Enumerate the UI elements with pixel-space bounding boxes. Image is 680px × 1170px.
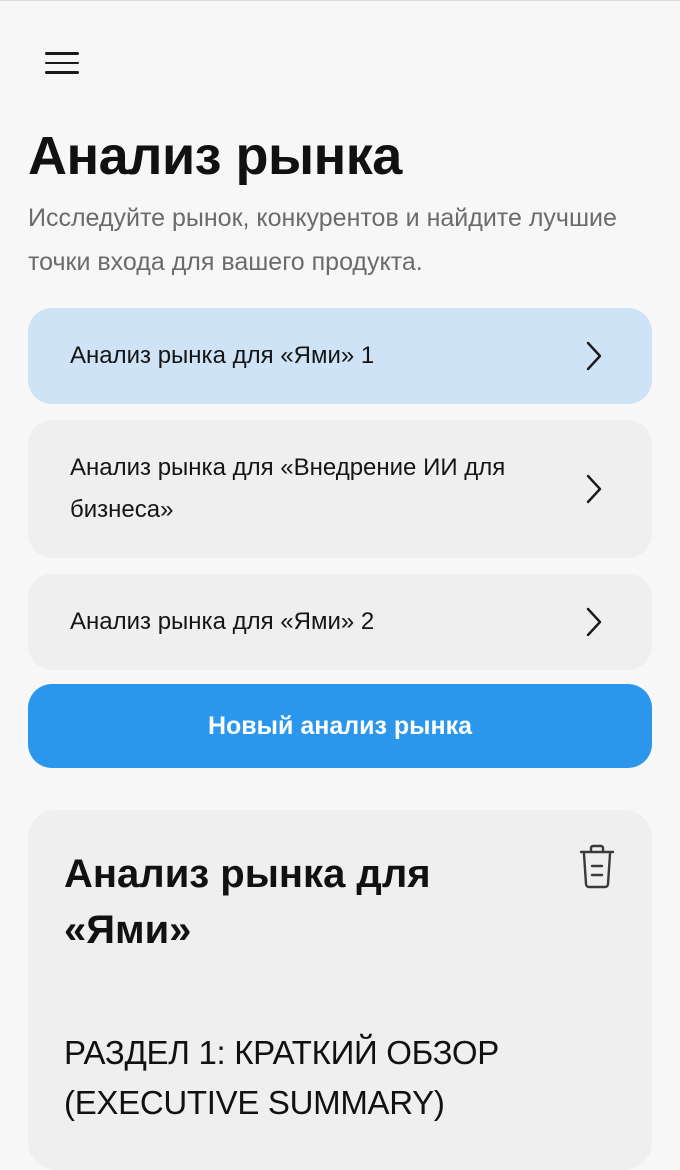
menu-bar xyxy=(45,61,79,65)
menu-bar xyxy=(45,52,79,55)
top-divider xyxy=(0,0,680,1)
chevron-right-icon xyxy=(586,474,602,504)
analysis-detail-panel: Анализ рынка для «Ями» РАЗДЕЛ 1: КРАТКИЙ… xyxy=(28,810,652,1170)
analysis-item-yami-1[interactable]: Анализ рынка для «Ями» 1 xyxy=(28,308,652,404)
analysis-item-label: Анализ рынка для «Ями» 2 xyxy=(70,608,375,635)
analysis-item-ai-business[interactable]: Анализ рынка для «Внедрение ИИ для бизне… xyxy=(28,420,652,558)
detail-title: Анализ рынка для «Ями» xyxy=(64,852,431,952)
new-analysis-button[interactable]: Новый анализ рынка xyxy=(28,684,652,768)
page-subtitle: Исследуйте рынок, конкурентов и найдите … xyxy=(28,204,617,276)
analysis-item-label: Анализ рынка для «Ями» 1 xyxy=(70,342,375,369)
section-heading: РАЗДЕЛ 1: КРАТКИЙ ОБЗОР (EXECUTIVE SUMMA… xyxy=(64,1034,499,1121)
analysis-item-label: Анализ рынка для «Внедрение ИИ для бизне… xyxy=(70,454,506,523)
page-title: Анализ рынка xyxy=(28,126,402,186)
trash-icon[interactable] xyxy=(576,844,618,890)
chevron-right-icon xyxy=(586,607,602,637)
analysis-item-yami-2[interactable]: Анализ рынка для «Ями» 2 xyxy=(28,574,652,670)
menu-bar xyxy=(45,71,79,74)
chevron-right-icon xyxy=(586,341,602,371)
hamburger-menu-icon[interactable] xyxy=(40,46,84,80)
